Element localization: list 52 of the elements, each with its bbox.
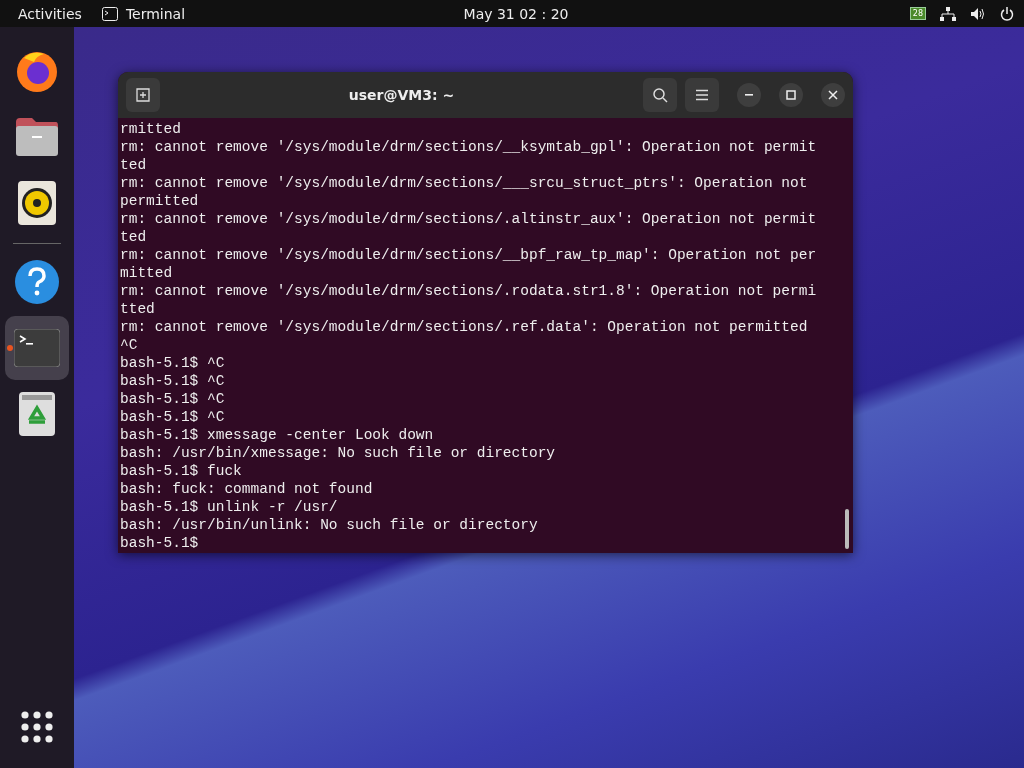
power-icon[interactable] [1000,6,1014,21]
maximize-button[interactable] [779,83,803,107]
app-menu[interactable]: Terminal [101,5,186,22]
terminal-line: ted [120,156,148,174]
window-title: user@VM3: ~ [347,87,456,103]
terminal-line: tted [120,300,156,318]
scrollbar-thumb[interactable] [845,509,849,549]
terminal-line: bash-5.1$ ^C [120,372,226,390]
terminal-line: bash: /usr/bin/xmessage: No such file or directory [120,444,557,462]
minimize-button[interactable] [737,83,761,107]
terminal-line: rm: cannot remove '/sys/module/drm/sections/.ref.data': Operation not permitted [120,318,809,336]
clock[interactable]: May 31 02 : 20 [366,5,666,22]
terminal-line: bash-5.1$ fuck [120,462,243,480]
terminal-line: rm: cannot remove '/sys/module/drm/sections/__ksymtab_gpl': Operation not permit [120,138,818,156]
terminal-line: bash-5.1$ ^C [120,390,226,408]
new-tab-icon [135,87,151,103]
terminal-icon [101,6,118,21]
search-icon [652,87,668,103]
help-icon [14,259,60,305]
terminal-line: rm: cannot remove '/sys/module/drm/sections/.rodata.str1.8': Operation not permi [120,282,818,300]
menu-button[interactable] [685,78,719,112]
terminal-icon [14,329,60,367]
speaker-icon [18,181,56,225]
new-tab-button[interactable] [126,78,160,112]
tray-badge[interactable]: 28 [909,7,926,20]
maximize-icon [786,90,796,100]
terminal-line: bash-5.1$ [120,534,200,552]
terminal-line: bash: fuck: command not found [120,480,374,498]
terminal-line: rm: cannot remove '/sys/module/drm/sections/___srcu_struct_ptrs': Operation not [120,174,809,192]
terminal-line: bash-5.1$ unlink -r /usr/ [120,498,339,516]
terminal-line: bash-5.1$ ^C [120,408,226,426]
terminal-line: bash-5.1$ ^C [120,354,226,372]
terminal-line: bash: /usr/bin/unlink: No such file or directory [120,516,539,534]
terminal-line: rm: cannot remove '/sys/module/drm/sections/__bpf_raw_tp_map': Operation not per [120,246,818,264]
menu-icon [695,89,709,101]
close-icon [828,90,838,100]
close-button[interactable] [821,83,845,107]
folder-icon [14,116,60,158]
terminal-line: rm: cannot remove '/sys/module/drm/sections/.altinstr_aux': Operation not permit [120,210,818,228]
terminal-line: ted [120,228,148,246]
activities-button[interactable]: Activities [18,5,82,22]
volume-icon[interactable] [970,6,986,21]
terminal-line: rmitted [120,120,182,138]
terminal-line: bash-5.1$ xmessage -center Look down [120,426,435,444]
terminal-line: mitted [120,264,174,282]
network-icon[interactable] [940,6,956,21]
recycle-bin-icon [19,392,55,436]
minimize-icon [744,94,754,96]
terminal-line: permitted [120,192,200,210]
app-grid-icon [21,711,53,743]
search-button[interactable] [643,78,677,112]
terminal-line: ^C [120,336,139,354]
